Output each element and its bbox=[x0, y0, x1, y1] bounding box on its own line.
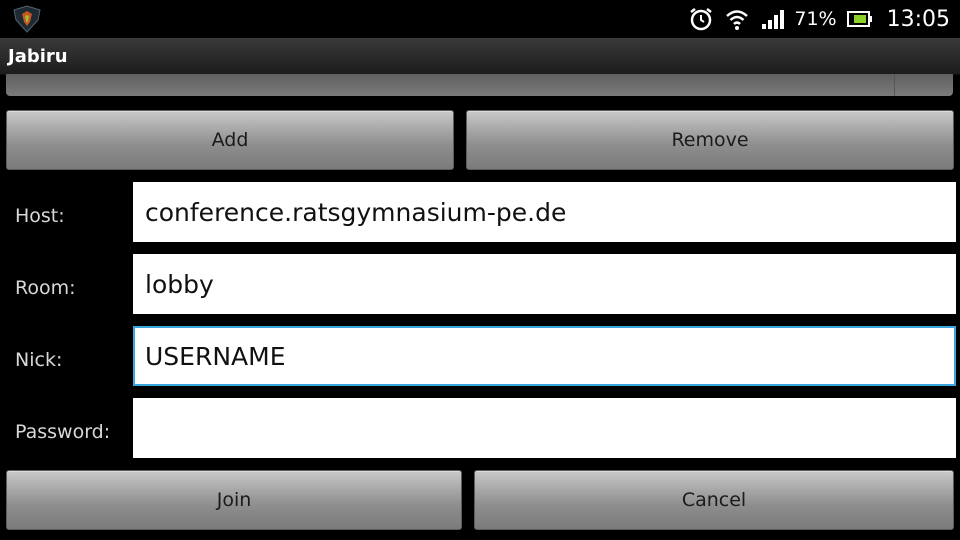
app-title: Jabiru bbox=[8, 46, 68, 67]
status-clock: 13:05 bbox=[886, 6, 950, 32]
nick-label: Nick: bbox=[15, 349, 63, 371]
room-input[interactable]: lobby bbox=[133, 254, 956, 314]
password-input[interactable] bbox=[133, 398, 956, 458]
nick-input[interactable]: USERNAME bbox=[133, 326, 956, 386]
add-button[interactable]: Add bbox=[6, 110, 454, 170]
account-spinner[interactable] bbox=[6, 74, 953, 96]
alarm-clock-icon bbox=[688, 6, 714, 32]
password-label: Password: bbox=[15, 421, 111, 443]
cancel-button[interactable]: Cancel bbox=[474, 470, 954, 530]
spinner-divider bbox=[894, 74, 895, 96]
join-button[interactable]: Join bbox=[6, 470, 462, 530]
app-logo-icon bbox=[10, 4, 44, 34]
title-bar: Jabiru bbox=[0, 38, 960, 75]
battery-percent: 71% bbox=[794, 8, 837, 30]
host-input[interactable]: conference.ratsgymnasium-pe.de bbox=[133, 182, 956, 242]
status-bar: 71% 13:05 bbox=[0, 0, 960, 38]
remove-button[interactable]: Remove bbox=[466, 110, 954, 170]
room-label: Room: bbox=[15, 277, 76, 299]
wifi-icon bbox=[724, 7, 750, 31]
signal-icon bbox=[760, 8, 786, 30]
battery-icon bbox=[846, 10, 873, 28]
host-label: Host: bbox=[15, 205, 65, 227]
